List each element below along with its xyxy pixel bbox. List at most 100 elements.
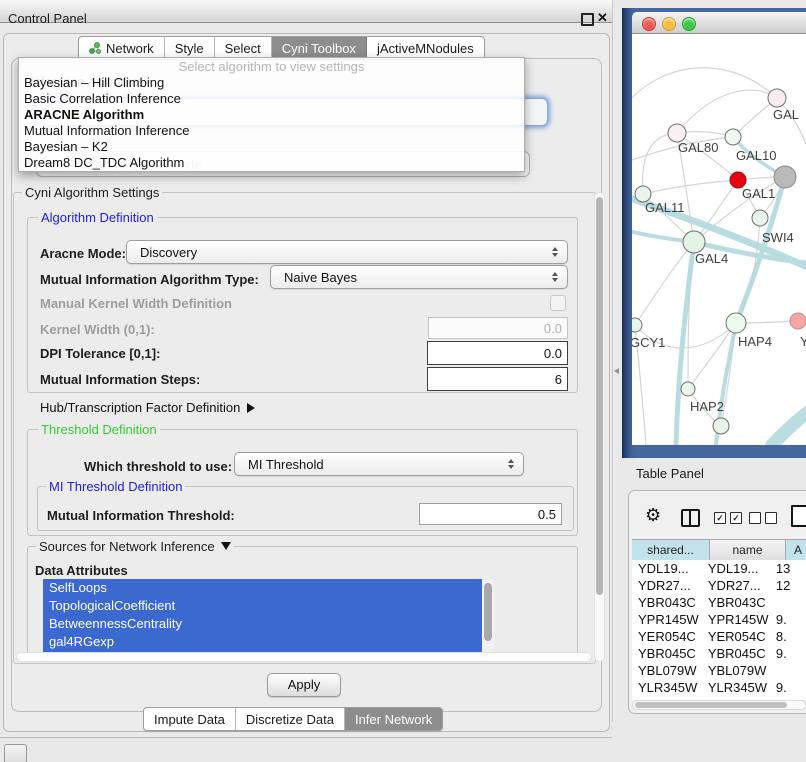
network-tab-icon <box>89 42 101 54</box>
settings-group-title: Cyni Algorithm Settings <box>22 185 162 200</box>
node-hap2[interactable] <box>681 382 695 396</box>
columns-icon[interactable] <box>681 509 700 527</box>
svg-text:GAL11: GAL11 <box>645 200 685 215</box>
table-body: YDL19...YDL19...13 YDR27...YDR27...12 YB… <box>632 560 806 700</box>
threshold-definition-title: Threshold Definition <box>38 422 160 437</box>
mi-algorithm-type-label: Mutual Information Algorithm Type: <box>40 272 259 287</box>
table-panel-title: Table Panel <box>636 466 704 481</box>
node-gcy1[interactable] <box>632 318 642 332</box>
splitter-handle[interactable] <box>614 368 619 374</box>
table-row[interactable]: YPR145WYPR145W9. <box>632 611 806 628</box>
attribute-item[interactable]: SelfLoops <box>43 579 482 597</box>
collapse-down-icon <box>221 542 231 550</box>
select-all-icon[interactable]: ✓✓ <box>714 512 742 524</box>
corner-mini-button[interactable] <box>4 744 27 762</box>
which-threshold-label: Which threshold to use: <box>84 459 232 474</box>
document-icon[interactable] <box>791 505 806 527</box>
mi-algorithm-type-combo[interactable]: Naive Bayes <box>270 265 568 289</box>
attributes-scrollbar[interactable] <box>482 579 494 652</box>
svg-text:GAL: GAL <box>773 107 799 122</box>
table-row[interactable]: YBR043CYBR043C <box>632 594 806 611</box>
mac-minimize-button[interactable] <box>662 17 676 31</box>
aracne-mode-combo[interactable]: Discovery <box>126 240 568 264</box>
apply-button[interactable]: Apply <box>267 673 341 697</box>
column-header-name[interactable]: name <box>710 540 786 560</box>
dropdown-item[interactable]: Bayesian – K2 <box>19 139 524 155</box>
svg-text:GAL4: GAL4 <box>695 251 728 266</box>
tab-impute-data[interactable]: Impute Data <box>144 708 236 730</box>
tab-label: Network <box>106 41 154 56</box>
dropdown-item[interactable]: Basic Correlation Inference <box>19 91 524 107</box>
node-gray[interactable] <box>774 166 796 188</box>
svg-text:SWI4: SWI4 <box>762 230 794 245</box>
dropdown-item[interactable]: Dream8 DC_TDC Algorithm <box>19 155 524 171</box>
network-canvas[interactable]: GAL GAL80 GAL10 GAL1 GAL11 SWI4 GAL4 GCY… <box>632 34 806 445</box>
node-bottom[interactable] <box>713 418 729 434</box>
svg-text:GAL80: GAL80 <box>678 140 718 155</box>
algorithm-dropdown-popup: Select algorithm to view settings Bayesi… <box>18 57 525 172</box>
mi-threshold-field[interactable]: 0.5 <box>419 503 562 525</box>
manual-kernel-width-label: Manual Kernel Width Definition <box>40 296 232 311</box>
column-header-shared-name[interactable]: shared... <box>632 540 710 560</box>
table-row[interactable]: YLR345WYLR345W9. <box>632 679 806 696</box>
attribute-item[interactable]: TopologicalCoefficient <box>43 597 482 615</box>
column-header-clipped[interactable]: A <box>786 540 806 560</box>
mac-zoom-button[interactable] <box>682 17 696 31</box>
network-window-titlebar[interactable] <box>632 12 806 34</box>
tab-cyni-toolbox[interactable]: Cyni Toolbox <box>272 37 367 59</box>
node-salmon[interactable] <box>790 313 806 329</box>
dpi-tolerance-label: DPI Tolerance [0,1]: <box>40 346 160 361</box>
table-row[interactable]: YER054CYER054C8. <box>632 628 806 645</box>
sources-group-title[interactable]: Sources for Network Inference <box>36 539 234 554</box>
table-row[interactable]: YBL079WYBL079W <box>632 662 806 679</box>
node-swi4[interactable] <box>752 210 768 226</box>
kernel-width-label: Kernel Width (0,1): <box>40 322 155 337</box>
node-gal10[interactable] <box>725 129 741 145</box>
tab-select[interactable]: Select <box>215 37 272 59</box>
table-row[interactable]: YBR045CYBR045C9. <box>632 645 806 662</box>
table-header: shared... name A <box>632 539 806 561</box>
control-panel-titlebar[interactable] <box>0 0 612 23</box>
stepper-arrows-icon <box>552 272 558 282</box>
gear-icon[interactable]: ⚙ <box>645 505 661 526</box>
float-window-icon[interactable] <box>581 13 594 26</box>
dpi-tolerance-field[interactable]: 0.0 <box>427 341 568 365</box>
stepper-arrows-icon <box>508 459 514 469</box>
deselect-all-icon[interactable] <box>749 512 777 524</box>
mi-steps-field[interactable]: 6 <box>427 367 568 391</box>
bottom-divider <box>0 737 612 738</box>
hub-definition-toggle[interactable]: Hub/Transcription Factor Definition <box>40 400 255 415</box>
dropdown-prompt: Select algorithm to view settings <box>19 58 524 75</box>
table-horizontal-scrollbar[interactable] <box>632 700 806 710</box>
screen: Control Panel ✕ Network Style Select Cyn… <box>0 0 806 762</box>
manual-kernel-width-checkbox[interactable] <box>550 295 566 311</box>
settings-horizontal-scrollbar[interactable] <box>16 652 592 662</box>
node-gal4[interactable] <box>683 231 705 253</box>
node-gal-top[interactable] <box>768 89 786 107</box>
node-hap4[interactable] <box>726 313 746 333</box>
dropdown-item[interactable]: Bayesian – Hill Climbing <box>19 75 524 91</box>
tab-network[interactable]: Network <box>79 37 165 59</box>
data-attributes-list: SelfLoops TopologicalCoefficient Between… <box>43 579 482 652</box>
tab-jactivemnodules[interactable]: jActiveMNodules <box>367 37 484 59</box>
svg-text:GAL1: GAL1 <box>742 186 775 201</box>
which-threshold-combo[interactable]: MI Threshold <box>234 452 524 476</box>
kernel-width-field[interactable]: 0.0 <box>428 317 568 339</box>
dropdown-item-aracne[interactable]: ARACNE Algorithm <box>19 107 524 123</box>
mi-steps-label: Mutual Information Steps: <box>40 372 200 387</box>
tab-discretize-data[interactable]: Discretize Data <box>236 708 345 730</box>
tab-style[interactable]: Style <box>165 37 215 59</box>
attribute-item[interactable]: BetweennessCentrality <box>43 615 482 633</box>
close-icon[interactable]: ✕ <box>597 10 608 26</box>
mac-close-button[interactable] <box>642 17 656 31</box>
table-row[interactable]: YDR27...YDR27...12 <box>632 577 806 594</box>
network-view-window: GAL GAL80 GAL10 GAL1 GAL11 SWI4 GAL4 GCY… <box>622 8 806 458</box>
dropdown-item[interactable]: Mutual Information Inference <box>19 123 524 139</box>
attribute-item[interactable]: gal4RGexp <box>43 633 482 651</box>
svg-text:GAL10: GAL10 <box>736 148 776 163</box>
settings-vertical-scrollbar[interactable] <box>594 192 605 662</box>
table-row[interactable]: YDL19...YDL19...13 <box>632 560 806 577</box>
svg-text:Y: Y <box>800 334 806 349</box>
tab-infer-network[interactable]: Infer Network <box>345 708 442 730</box>
data-attributes-label: Data Attributes <box>35 563 128 578</box>
